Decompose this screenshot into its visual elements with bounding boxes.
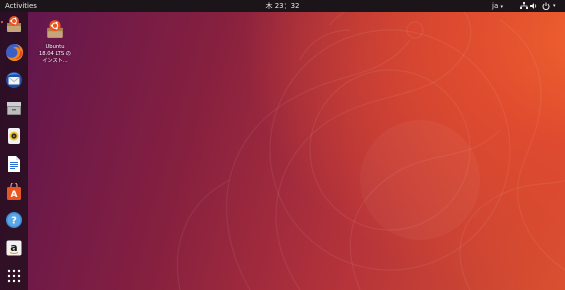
activities-button[interactable]: Activities bbox=[5, 1, 37, 11]
svg-text:A: A bbox=[11, 190, 18, 200]
wallpaper-art bbox=[176, 0, 565, 290]
dock: A ? a bbox=[0, 12, 28, 290]
ubuntu-installer-icon bbox=[47, 20, 63, 38]
desktop-icon-label-line3: インスト... bbox=[42, 58, 68, 64]
show-applications-icon[interactable] bbox=[3, 265, 25, 287]
svg-text:?: ? bbox=[11, 216, 17, 227]
files-icon[interactable] bbox=[3, 97, 25, 119]
desktop-icon-installer[interactable]: Ubuntu 18.04 LTS の インスト... bbox=[38, 19, 72, 65]
power-icon[interactable] bbox=[542, 1, 550, 13]
ubuntu-installer-icon[interactable] bbox=[3, 13, 25, 35]
desktop-icon-label-line2: 18.04 LTS の bbox=[39, 51, 71, 57]
firefox-icon[interactable] bbox=[3, 41, 25, 63]
volume-icon[interactable] bbox=[530, 1, 538, 13]
input-method-menu[interactable]: ja ▾ bbox=[492, 1, 503, 12]
desktop-icon-label: Ubuntu 18.04 LTS の インスト... bbox=[38, 44, 72, 65]
rhythmbox-icon[interactable] bbox=[3, 125, 25, 147]
thunderbird-icon[interactable] bbox=[3, 69, 25, 91]
network-icon[interactable] bbox=[520, 1, 528, 13]
ubuntu-software-icon[interactable]: A bbox=[3, 181, 25, 203]
desktop-icon-label-line1: Ubuntu bbox=[45, 44, 65, 50]
top-bar: Activities 木 23：32 ja ▾ ▾ bbox=[0, 0, 565, 12]
libreoffice-writer-icon[interactable] bbox=[3, 153, 25, 175]
svg-text:a: a bbox=[10, 241, 17, 254]
system-menu-chevron-down-icon[interactable]: ▾ bbox=[553, 1, 556, 11]
help-icon[interactable]: ? bbox=[3, 209, 25, 231]
chevron-down-icon: ▾ bbox=[500, 4, 503, 10]
clock-button[interactable]: 木 23：32 bbox=[265, 2, 299, 10]
amazon-icon[interactable]: a bbox=[3, 237, 25, 259]
desktop-background: Activities 木 23：32 ja ▾ ▾ A ? a Ubuntu 1… bbox=[0, 0, 565, 290]
input-method-label: ja bbox=[492, 2, 499, 10]
